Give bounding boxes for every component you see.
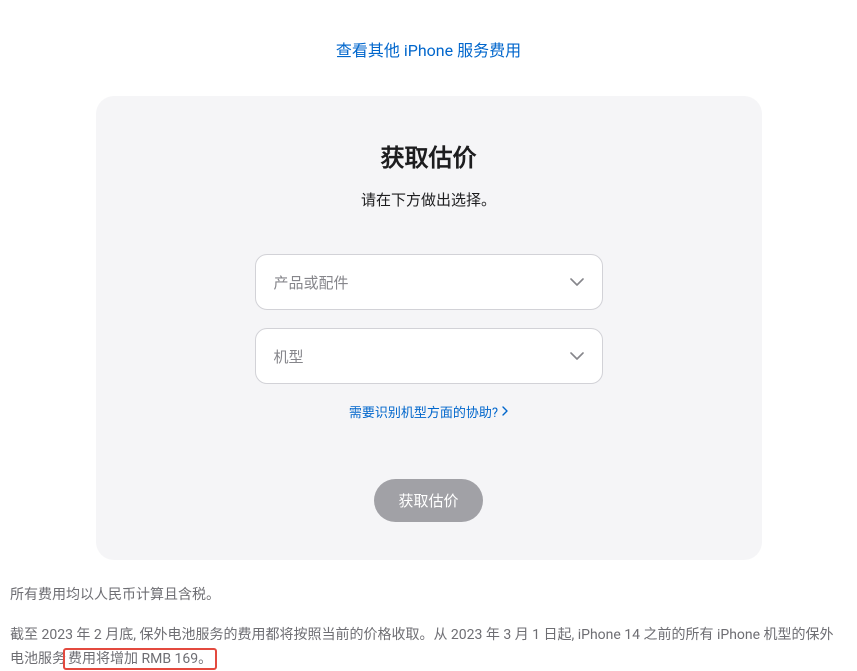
top-link-container: 查看其他 iPhone 服务费用 bbox=[0, 0, 857, 61]
product-select-placeholder: 产品或配件 bbox=[274, 272, 349, 293]
card-subtitle: 请在下方做出选择。 bbox=[116, 189, 742, 210]
estimate-card: 获取估价 请在下方做出选择。 产品或配件 机型 需要识别机型方面的协助? 获取估… bbox=[96, 96, 762, 560]
footer-line-2: 截至 2023 年 2 月底, 保外电池服务的费用都将按照当前的价格收取。从 2… bbox=[10, 624, 847, 671]
product-select[interactable]: 产品或配件 bbox=[255, 254, 603, 310]
footer-line-1: 所有费用均以人民币计算且含税。 bbox=[10, 584, 847, 608]
chevron-down-icon bbox=[570, 278, 584, 286]
model-select[interactable]: 机型 bbox=[255, 328, 603, 384]
identify-model-help-link[interactable]: 需要识别机型方面的协助? bbox=[349, 402, 508, 421]
model-select-placeholder: 机型 bbox=[274, 346, 304, 367]
help-link-label: 需要识别机型方面的协助? bbox=[349, 402, 498, 421]
chevron-down-icon bbox=[570, 352, 584, 360]
footer-text: 所有费用均以人民币计算且含税。 截至 2023 年 2 月底, 保外电池服务的费… bbox=[0, 584, 857, 671]
chevron-right-icon bbox=[502, 405, 508, 419]
other-services-link[interactable]: 查看其他 iPhone 服务费用 bbox=[336, 41, 521, 60]
card-title: 获取估价 bbox=[116, 138, 742, 173]
get-estimate-button[interactable]: 获取估价 bbox=[374, 479, 482, 522]
price-increase-highlight: 费用将增加 RMB 169。 bbox=[63, 648, 217, 670]
